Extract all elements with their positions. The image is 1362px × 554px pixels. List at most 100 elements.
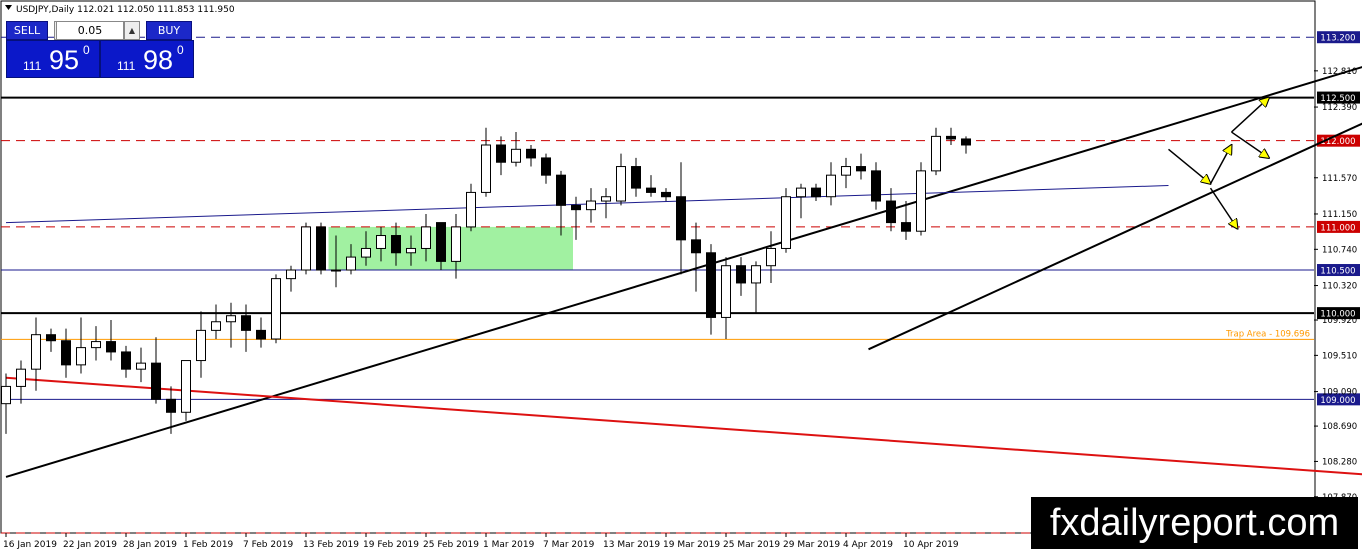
y-tick-label: 111.150	[1322, 210, 1357, 220]
candle-body	[31, 334, 41, 370]
candle-body	[61, 340, 71, 366]
candle-body	[91, 341, 101, 349]
level-price-label: 113.200	[1320, 34, 1355, 44]
time-axis: 16 Jan 2019 22 Jan 2019 28 Jan 2019 1 Feb 2…	[3, 533, 959, 550]
candle-body	[241, 315, 251, 331]
candle-body	[916, 170, 926, 232]
candle-body	[571, 204, 581, 211]
candle-body	[286, 269, 296, 280]
candle-body	[121, 351, 131, 370]
price-chart: 113.200112.500112.000111.000110.500110.0…	[0, 0, 1362, 550]
y-tick-label: 110.740	[1322, 245, 1357, 255]
sell-quote[interactable]: 111 95 0	[6, 40, 100, 78]
candle-body	[826, 174, 836, 198]
candle-body	[316, 226, 326, 271]
x-tick-label: 7 Mar 2019	[543, 540, 595, 550]
x-tick-label: 1 Feb 2019	[183, 540, 234, 550]
volume-up-icon[interactable]: ▲	[124, 21, 140, 40]
one-click-trading-panel: SELL ▼ 0.05 ▲ BUY 111 95 0 111 98 0	[6, 19, 194, 78]
candle-body	[331, 269, 341, 272]
x-tick-label: 25 Mar 2019	[723, 540, 780, 550]
candle-body	[271, 278, 281, 340]
candle-body	[46, 334, 56, 342]
candle-body	[376, 235, 386, 249]
candle-body	[886, 200, 896, 224]
candle-body	[481, 144, 491, 193]
candle-body	[76, 347, 86, 366]
y-tick-label: 111.570	[1322, 174, 1357, 184]
candle-body	[106, 341, 116, 353]
site-logo: fxdailyreport.com	[1031, 497, 1358, 549]
candle-body	[451, 226, 461, 262]
x-tick-label: 13 Feb 2019	[303, 540, 359, 550]
candle-body	[961, 138, 971, 146]
candle-body	[541, 157, 551, 176]
candle-body	[556, 174, 566, 206]
candle-body	[691, 239, 701, 254]
candle-body	[361, 247, 371, 258]
y-tick-label: 112.390	[1322, 103, 1357, 113]
candle-body	[631, 166, 641, 189]
x-tick-label: 1 Mar 2019	[483, 540, 535, 550]
x-tick-label: 29 Mar 2019	[783, 540, 840, 550]
candle-body	[601, 196, 611, 202]
buy-quote-prefix: 111	[117, 59, 136, 73]
candle-body	[226, 315, 236, 323]
candle-body	[421, 226, 431, 249]
level-price-label: 112.000	[1320, 137, 1355, 147]
candle-body	[871, 170, 881, 202]
x-tick-label: 22 Jan 2019	[63, 540, 117, 550]
sell-button[interactable]: SELL	[6, 21, 48, 40]
buy-quote-pips: 98	[143, 45, 174, 75]
candle-body	[676, 196, 686, 241]
candle-body	[346, 256, 356, 271]
sell-quote-fraction: 0	[83, 43, 90, 57]
candle-body	[901, 222, 911, 232]
candle-body	[646, 187, 656, 193]
x-tick-label: 10 Apr 2019	[903, 540, 959, 550]
candle-body	[511, 148, 521, 163]
y-tick-label: 108.690	[1322, 422, 1357, 432]
candle-body	[721, 265, 731, 318]
candle-body	[301, 226, 311, 271]
candle-body	[211, 321, 221, 331]
candle-body	[796, 187, 806, 198]
candle-body	[391, 235, 401, 254]
candle-body	[436, 222, 446, 262]
x-tick-label: 16 Jan 2019	[3, 540, 57, 550]
candle-body	[841, 166, 851, 176]
volume-input[interactable]: 0.05	[56, 21, 124, 40]
candle-body	[766, 247, 776, 267]
buy-quote[interactable]: 111 98 0	[100, 40, 194, 78]
candle-body	[706, 252, 716, 318]
x-tick-label: 19 Feb 2019	[363, 540, 419, 550]
candle-body	[136, 362, 146, 370]
level-price-label: 111.000	[1320, 223, 1355, 233]
candle-body	[781, 196, 791, 249]
x-tick-label: 25 Feb 2019	[423, 540, 479, 550]
candle-body	[466, 191, 476, 228]
y-tick-label: 112.810	[1322, 67, 1357, 77]
candle-body	[811, 187, 821, 198]
buy-button[interactable]: BUY	[146, 21, 192, 40]
level-annotation: Trap Area - 109.696	[1225, 329, 1310, 339]
candle-body	[496, 144, 506, 163]
y-tick-label: 110.320	[1322, 282, 1357, 292]
candle-body	[1, 385, 11, 405]
candle-body	[181, 360, 191, 413]
candle-body	[586, 200, 596, 211]
candle-body	[736, 265, 746, 284]
candle-body	[151, 362, 161, 400]
candle-body	[931, 135, 941, 172]
candle-body	[751, 265, 761, 284]
y-tick-label: 109.090	[1322, 388, 1357, 398]
candle-body	[616, 166, 626, 202]
level-price-label: 110.500	[1320, 267, 1355, 277]
candle-body	[526, 148, 536, 159]
x-tick-label: 19 Mar 2019	[663, 540, 720, 550]
x-tick-label: 28 Jan 2019	[123, 540, 177, 550]
x-tick-label: 4 Apr 2019	[843, 540, 893, 550]
x-tick-label: 7 Feb 2019	[243, 540, 294, 550]
candle-body	[661, 191, 671, 198]
candle-body	[166, 398, 176, 413]
